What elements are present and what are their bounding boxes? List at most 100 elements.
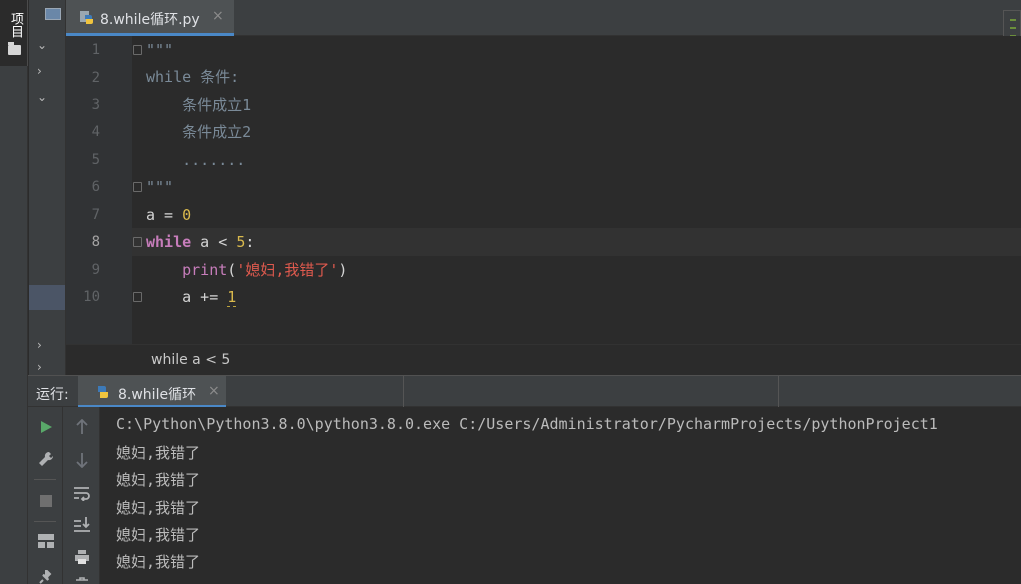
soft-wrap-icon[interactable] bbox=[72, 483, 92, 503]
code-line-10: a += 1 bbox=[146, 283, 237, 311]
fold-marker-icon[interactable] bbox=[133, 292, 142, 302]
arrow-up-icon[interactable] bbox=[72, 417, 92, 437]
line-number: 6 bbox=[91, 179, 100, 195]
code-line-3: 条件成立1 bbox=[146, 91, 251, 119]
code-line-7: a = 0 bbox=[146, 201, 191, 229]
scroll-to-end-icon[interactable] bbox=[72, 514, 92, 534]
project-tool-tab[interactable]: 项目 bbox=[0, 0, 28, 66]
arrow-down-icon[interactable] bbox=[72, 450, 92, 470]
docstring-token: ....... bbox=[146, 151, 246, 169]
code-line-9: print('媳妇,我错了') bbox=[146, 256, 347, 284]
console-output-line: 媳妇,我错了 bbox=[116, 471, 201, 489]
docstring-token: """ bbox=[146, 178, 174, 196]
layout-icon[interactable] bbox=[36, 531, 56, 551]
fold-marker-icon[interactable] bbox=[133, 182, 142, 192]
console-output-line: 媳妇,我错了 bbox=[116, 526, 201, 544]
code-line-4: 条件成立2 bbox=[146, 118, 251, 146]
close-icon[interactable]: × bbox=[212, 8, 224, 24]
run-toolbar-primary bbox=[28, 407, 63, 584]
folder-icon bbox=[8, 42, 21, 55]
editor-tab-active[interactable]: 8.while循环.py × bbox=[66, 0, 234, 36]
scroll-to-end-glyph bbox=[74, 517, 90, 532]
window-layout-button[interactable] bbox=[43, 6, 63, 22]
line-number: 10 bbox=[83, 289, 100, 305]
line-number: 3 bbox=[91, 97, 100, 113]
trash-glyph bbox=[76, 577, 88, 581]
pin-glyph bbox=[39, 570, 52, 584]
line-number: 7 bbox=[91, 207, 100, 223]
python-icon bbox=[98, 386, 108, 398]
fold-marker-icon[interactable] bbox=[133, 237, 142, 247]
code-line-6: """ bbox=[146, 173, 173, 201]
stop-icon[interactable] bbox=[36, 491, 56, 511]
layout-glyph bbox=[38, 534, 54, 548]
line-number: 2 bbox=[91, 70, 100, 86]
pin-icon[interactable] bbox=[36, 567, 56, 584]
code-line-5: ....... bbox=[146, 146, 245, 174]
code-token: a += bbox=[146, 288, 228, 306]
number-token: 1 bbox=[227, 288, 237, 307]
run-panel-header: 运行: 8.while循环 × bbox=[28, 375, 1021, 408]
print-icon[interactable] bbox=[72, 547, 92, 567]
play-icon bbox=[41, 421, 52, 433]
console-command-line: C:\Python\Python3.8.0\python3.8.0.exe C:… bbox=[116, 415, 938, 433]
console-output-line: 媳妇,我错了 bbox=[116, 444, 201, 462]
number-token: 5 bbox=[236, 233, 246, 251]
number-token: 0 bbox=[182, 206, 192, 224]
close-icon[interactable]: × bbox=[208, 383, 220, 399]
string-token: '媳妇,我错了' bbox=[236, 261, 339, 279]
wrench-glyph bbox=[39, 451, 54, 466]
line-number: 4 bbox=[91, 124, 100, 140]
run-console[interactable]: C:\Python\Python3.8.0\python3.8.0.exe C:… bbox=[100, 407, 1021, 584]
editor-tab-bar: 8.while循环.py × bbox=[66, 0, 1021, 62]
code-line-2: while 条件: bbox=[146, 63, 239, 91]
fold-marker-icon[interactable] bbox=[133, 45, 142, 55]
tree-chevron-right-icon[interactable]: › bbox=[37, 360, 42, 374]
code-line-8: while a < 5: bbox=[146, 228, 254, 256]
inspection-mark bbox=[1010, 27, 1016, 29]
code-token: ) bbox=[338, 261, 348, 279]
toolbar-separator bbox=[34, 479, 56, 480]
builtin-token: print bbox=[182, 261, 228, 279]
breadcrumb-bar: while a < 5 bbox=[66, 344, 1021, 375]
indent-token bbox=[146, 261, 182, 279]
trash-icon[interactable] bbox=[72, 573, 92, 584]
tree-chevron-down-icon[interactable]: ⌄ bbox=[37, 38, 47, 52]
python-file-icon bbox=[80, 11, 93, 24]
line-number-current: 8 bbox=[91, 234, 100, 250]
tree-chevron-right-icon[interactable]: › bbox=[37, 338, 42, 352]
arrow-up-glyph bbox=[76, 419, 88, 434]
console-output-line: 媳妇,我错了 bbox=[116, 553, 201, 571]
arrow-down-glyph bbox=[76, 453, 88, 468]
divider bbox=[778, 376, 779, 408]
wrench-icon[interactable] bbox=[36, 449, 56, 469]
code-line-1: """ bbox=[146, 36, 173, 64]
run-panel-title: 运行: bbox=[36, 387, 69, 403]
keyword-token: while bbox=[146, 233, 192, 251]
toolbar-separator bbox=[34, 521, 56, 522]
tree-chevron-right-icon[interactable]: › bbox=[37, 64, 42, 78]
code-token: : bbox=[245, 233, 255, 251]
code-token: a < bbox=[191, 233, 237, 251]
code-editor[interactable]: 1 2 3 4 5 6 7 8 9 10 """ while 条件: 条件成立1… bbox=[66, 36, 1021, 344]
project-tab-label: 项目 bbox=[8, 12, 23, 38]
run-toolbar-secondary bbox=[63, 407, 100, 584]
console-output-line: 媳妇,我错了 bbox=[116, 499, 201, 517]
divider bbox=[403, 376, 404, 408]
stop-glyph bbox=[40, 495, 52, 507]
breadcrumb[interactable]: while a < 5 bbox=[151, 352, 230, 368]
editor-tab-label: 8.while循环.py bbox=[100, 12, 200, 28]
soft-wrap-glyph bbox=[74, 487, 90, 501]
code-token: ( bbox=[227, 261, 237, 279]
run-tab-active[interactable]: 8.while循环 × bbox=[78, 376, 226, 408]
docstring-token: 条件成立2 bbox=[146, 123, 252, 141]
line-number: 1 bbox=[91, 42, 100, 58]
line-number: 5 bbox=[91, 152, 100, 168]
rerun-icon[interactable] bbox=[36, 417, 56, 437]
tree-chevron-down-icon[interactable]: ⌄ bbox=[37, 90, 47, 104]
line-number: 9 bbox=[91, 262, 100, 278]
docstring-token: """ bbox=[146, 41, 174, 59]
inspection-mark bbox=[1010, 19, 1016, 21]
code-token: a = bbox=[146, 206, 183, 224]
project-selected-row[interactable] bbox=[29, 285, 65, 310]
